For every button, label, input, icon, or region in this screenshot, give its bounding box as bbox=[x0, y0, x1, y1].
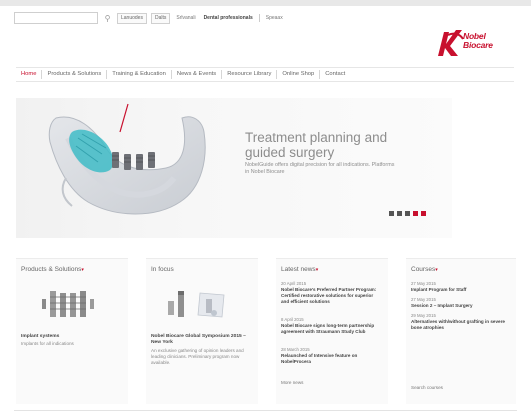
products-box-title[interactable]: Products & Solutions▾ bbox=[21, 266, 84, 273]
caret-down-icon: ▾ bbox=[315, 267, 319, 273]
browser-top-edge bbox=[0, 0, 531, 6]
country-select[interactable]: Dalts bbox=[150, 12, 171, 24]
util-link-1[interactable]: Srlvanali bbox=[174, 15, 197, 21]
implant-systems-desc: Implants for all indications bbox=[21, 341, 74, 346]
course-item[interactable]: 27 May 2015 Implant Program for Staff bbox=[411, 281, 507, 293]
caret-down-icon: ▾ bbox=[81, 267, 84, 273]
nav-item-resource-library[interactable]: Resource Library bbox=[222, 67, 276, 82]
language-select[interactable]: Lanuodes bbox=[117, 12, 147, 24]
course-title[interactable]: Alternatives with/without grafting in se… bbox=[411, 319, 507, 331]
news-title[interactable]: Nobel Biocare signs long-term partnershi… bbox=[281, 323, 377, 335]
news-item[interactable]: 20 April 2015 Nobel Biocare's Preferred … bbox=[281, 281, 377, 305]
in-focus-box-title: In focus bbox=[151, 266, 174, 273]
nav-item-training[interactable]: Training & Education bbox=[107, 67, 171, 82]
implant-systems-title[interactable]: Implant systems bbox=[21, 334, 121, 340]
courses-title-text: Courses bbox=[411, 266, 436, 273]
main-nav: Home Products & Solutions Training & Edu… bbox=[16, 67, 514, 82]
implant-systems-icon bbox=[42, 291, 94, 317]
page: ⚲ Lanuodes Dalts Srlvanali Dental profes… bbox=[0, 0, 531, 414]
carousel-dot-1[interactable] bbox=[389, 211, 394, 216]
latest-news-box: Latest news▾ 20 April 2015 Nobel Biocare… bbox=[276, 258, 388, 404]
symposium-image bbox=[168, 291, 225, 318]
logo-wordmark: Nobel Biocare bbox=[463, 32, 493, 50]
course-item[interactable]: 29 May 2015 Alternatives with/without gr… bbox=[411, 313, 507, 331]
news-title[interactable]: Nobel Biocare's Preferred Partner Progra… bbox=[281, 287, 377, 305]
in-focus-box: In focus Nobel Biocare Global Symposium … bbox=[146, 258, 258, 404]
carousel-dot-4[interactable] bbox=[413, 211, 418, 216]
utility-bar: ⚲ Lanuodes Dalts Srlvanali Dental profes… bbox=[14, 12, 285, 30]
logo-line-2: Biocare bbox=[463, 40, 493, 50]
courses-box: Courses▾ 27 May 2015 Implant Program for… bbox=[406, 258, 516, 404]
hero-banner[interactable]: Treatment planning and guided surgery No… bbox=[16, 98, 452, 238]
nav-item-contact[interactable]: Contact bbox=[320, 67, 350, 82]
footer-divider bbox=[14, 410, 517, 411]
courses-box-title[interactable]: Courses▾ bbox=[411, 266, 438, 273]
nav-item-online-shop[interactable]: Online Shop bbox=[277, 67, 319, 82]
hero-title-line-1: Treatment planning and bbox=[245, 130, 388, 145]
course-item[interactable]: 27 May 2015 Session 2 – Implant Surgery bbox=[411, 297, 507, 309]
nav-item-home[interactable]: Home bbox=[16, 67, 41, 82]
carousel-dot-5[interactable] bbox=[421, 211, 426, 216]
nav-item-products[interactable]: Products & Solutions bbox=[42, 67, 106, 82]
more-news-link[interactable]: More news bbox=[281, 380, 303, 385]
nobel-logo-mark-icon bbox=[438, 30, 464, 56]
carousel-pager bbox=[389, 211, 426, 216]
carousel-dot-3[interactable] bbox=[405, 211, 410, 216]
search-input[interactable] bbox=[14, 12, 98, 30]
util-link-dental-professionals[interactable]: Dental professionals bbox=[202, 15, 255, 21]
carousel-dot-2[interactable] bbox=[397, 211, 402, 216]
hero-title-line-2: guided surgery bbox=[245, 145, 335, 160]
news-item[interactable]: 8 April 2015 Nobel Biocare signs long-te… bbox=[281, 317, 377, 335]
news-title[interactable]: Relaunched of Intensive feature on Nobel… bbox=[281, 353, 377, 365]
symposium-desc: An exclusive gathering of opinion leader… bbox=[151, 348, 244, 365]
search-field[interactable] bbox=[15, 20, 85, 30]
search-courses-link[interactable]: Search courses bbox=[411, 385, 443, 390]
news-item[interactable]: 28 March 2015 Relaunched of Intensive fe… bbox=[281, 347, 377, 365]
jaw-guided-surgery-image bbox=[48, 103, 206, 215]
util-link-3[interactable]: Speaax bbox=[264, 15, 285, 21]
nav-item-news[interactable]: News & Events bbox=[172, 67, 221, 82]
products-box-title-text: Products & Solutions bbox=[21, 266, 82, 273]
hero-title: Treatment planning and guided surgery bbox=[245, 130, 445, 160]
course-title[interactable]: Session 2 – Implant Surgery bbox=[411, 303, 507, 309]
search-icon[interactable]: ⚲ bbox=[102, 13, 113, 24]
util-divider bbox=[258, 14, 260, 22]
symposium-title[interactable]: Nobel Biocare Global Symposium 2015 – Ne… bbox=[151, 334, 251, 346]
nobel-biocare-logo[interactable]: Nobel Biocare bbox=[436, 26, 514, 60]
course-title[interactable]: Implant Program for Staff bbox=[411, 287, 507, 293]
hero-subtitle: NobelGuide offers digital precision for … bbox=[245, 162, 395, 175]
latest-news-title-text: Latest news bbox=[281, 266, 316, 273]
latest-news-box-title[interactable]: Latest news▾ bbox=[281, 266, 318, 273]
products-box: Products & Solutions▾ Implant systems Im… bbox=[16, 258, 128, 404]
caret-down-icon: ▾ bbox=[435, 267, 438, 273]
